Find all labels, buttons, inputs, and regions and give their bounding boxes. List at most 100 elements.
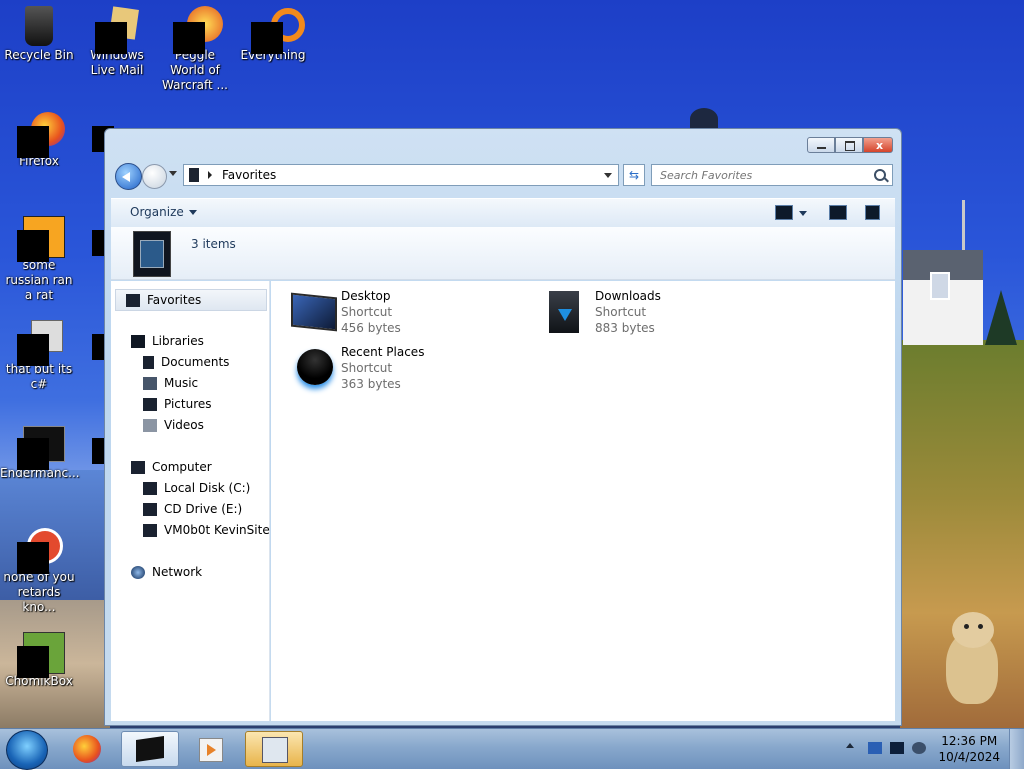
close-button[interactable]: x xyxy=(863,137,893,153)
hamster-image xyxy=(940,612,1002,707)
nav-label: Favorites xyxy=(147,293,202,307)
nav-label: Computer xyxy=(152,460,212,474)
file-type: Shortcut xyxy=(341,305,393,319)
file-name: Downloads xyxy=(595,289,661,303)
computer-icon xyxy=(131,461,145,474)
nav-item-cd-drive[interactable]: CD Drive (E:) xyxy=(143,499,242,519)
desktop-icon-windows-live-mail[interactable]: Windows Live Mail xyxy=(78,6,156,78)
address-dropdown-icon[interactable] xyxy=(604,173,612,178)
help-icon[interactable] xyxy=(865,205,880,220)
organize-button[interactable]: Organize xyxy=(130,205,197,219)
desktop-icon-that-but-csharp[interactable]: that but its c# xyxy=(0,320,78,392)
desktop-icon-recycle-bin[interactable]: Recycle Bin xyxy=(0,6,78,63)
taskbar-network-tool[interactable] xyxy=(245,731,303,767)
nav-item-network-share[interactable]: VM0b0t KevinSite xyxy=(143,520,270,540)
details-pane: 3 items xyxy=(111,227,895,280)
everything-search-icon xyxy=(251,6,305,54)
nav-label: Libraries xyxy=(152,334,204,348)
desktop-icon-chomikbox[interactable]: ChomikBox xyxy=(0,632,78,689)
minimize-button[interactable] xyxy=(807,137,835,153)
desktop-icon-peggle[interactable]: Peggle World of Warcraft ... xyxy=(156,6,234,93)
firefox-icon xyxy=(17,112,65,158)
clock-date: 10/4/2024 xyxy=(938,750,1000,764)
address-bar[interactable]: Favorites xyxy=(183,164,619,186)
nav-item-pictures[interactable]: Pictures xyxy=(143,394,212,414)
firefox-icon xyxy=(73,735,101,763)
nav-item-documents[interactable]: Documents xyxy=(143,352,229,372)
command-bar: Organize xyxy=(111,198,895,228)
music-icon xyxy=(143,377,157,390)
caption-buttons: x xyxy=(807,137,893,155)
nav-item-network[interactable]: Network xyxy=(131,562,202,582)
pictures-icon xyxy=(143,398,157,411)
icon-label: some russian ran a rat xyxy=(5,258,73,302)
network-icon xyxy=(131,566,145,579)
forward-button[interactable] xyxy=(142,164,167,189)
desktop-icon-everything[interactable]: Everything xyxy=(234,6,312,63)
address-text[interactable]: Favorites xyxy=(222,168,276,182)
hard-drive-icon xyxy=(143,482,157,495)
file-type: Shortcut xyxy=(595,305,647,319)
desktop-icon-none-of-you[interactable]: none of you retards kno... xyxy=(0,528,78,615)
nav-label: CD Drive (E:) xyxy=(164,502,243,516)
preview-pane-icon[interactable] xyxy=(829,205,847,220)
icon-label: Peggle World of Warcraft ... xyxy=(162,48,228,92)
favorites-folder-icon xyxy=(189,168,199,182)
search-box[interactable] xyxy=(651,164,893,186)
file-list: Desktop Shortcut 456 bytes Downloads Sho… xyxy=(271,281,895,721)
nav-label: VM0b0t KevinSite xyxy=(164,523,270,537)
back-button[interactable] xyxy=(115,163,142,190)
file-item-desktop[interactable]: Desktop Shortcut 456 bytes xyxy=(291,289,511,339)
nav-item-libraries[interactable]: Libraries xyxy=(131,331,204,351)
breadcrumb-chevron-icon[interactable] xyxy=(208,171,212,179)
nav-label: Network xyxy=(152,565,203,579)
taskbar-explorer[interactable] xyxy=(121,731,179,767)
file-item-downloads[interactable]: Downloads Shortcut 883 bytes xyxy=(545,289,765,339)
app-icon xyxy=(17,424,65,470)
network-status-icon[interactable] xyxy=(890,742,904,754)
windows-live-mail-icon xyxy=(95,6,139,54)
nav-item-music[interactable]: Music xyxy=(143,373,198,393)
favorites-icon xyxy=(126,294,140,307)
app-icon xyxy=(17,320,63,366)
search-input[interactable] xyxy=(658,168,872,183)
desktop-shortcut-icon xyxy=(291,291,337,333)
taskbar-firefox[interactable] xyxy=(60,731,118,767)
refresh-button[interactable]: ⇆ xyxy=(623,164,645,186)
favorites-large-icon xyxy=(133,231,171,277)
cd-drive-icon xyxy=(143,503,157,516)
nav-label: Local Disk (C:) xyxy=(164,481,251,495)
file-size: 363 bytes xyxy=(341,377,401,391)
taskbar: 12:36 PM 10/4/2024 xyxy=(0,728,1024,770)
file-item-recent-places[interactable]: Recent Places Shortcut 363 bytes xyxy=(291,345,511,395)
desktop-icon-endermanc[interactable]: Endermanc... xyxy=(0,424,80,481)
videos-icon xyxy=(143,419,157,432)
taskbar-media-player[interactable] xyxy=(183,731,241,767)
libraries-icon xyxy=(131,335,145,348)
tray-app-icon[interactable] xyxy=(868,742,882,754)
refresh-icon: ⇆ xyxy=(628,168,640,182)
change-view-icon[interactable] xyxy=(775,205,793,220)
view-options-dropdown[interactable] xyxy=(799,211,807,216)
system-tray: 12:36 PM 10/4/2024 xyxy=(834,729,1024,769)
item-count: 3 items xyxy=(191,237,236,251)
show-hidden-icons-icon[interactable] xyxy=(846,743,854,748)
search-icon[interactable] xyxy=(874,169,886,181)
show-desktop-button[interactable] xyxy=(1009,729,1024,769)
desktop-icon-some-russian[interactable]: some russian ran a rat xyxy=(0,216,78,303)
recent-pages-dropdown[interactable] xyxy=(169,171,177,176)
file-name: Recent Places xyxy=(341,345,425,359)
clock[interactable]: 12:36 PM 10/4/2024 xyxy=(938,733,1000,765)
file-type: Shortcut xyxy=(341,361,393,375)
volume-icon[interactable] xyxy=(912,742,926,754)
maximize-button[interactable] xyxy=(835,137,863,153)
nav-item-favorites[interactable]: Favorites xyxy=(115,289,267,311)
nav-label: Videos xyxy=(164,418,204,432)
nav-item-local-disk[interactable]: Local Disk (C:) xyxy=(143,478,250,498)
desktop-icon-firefox[interactable]: Firefox xyxy=(0,112,78,169)
organize-label: Organize xyxy=(130,205,184,219)
nav-item-computer[interactable]: Computer xyxy=(131,457,212,477)
clock-time: 12:36 PM xyxy=(941,734,998,748)
start-orb-icon[interactable] xyxy=(6,730,48,770)
nav-item-videos[interactable]: Videos xyxy=(143,415,204,435)
